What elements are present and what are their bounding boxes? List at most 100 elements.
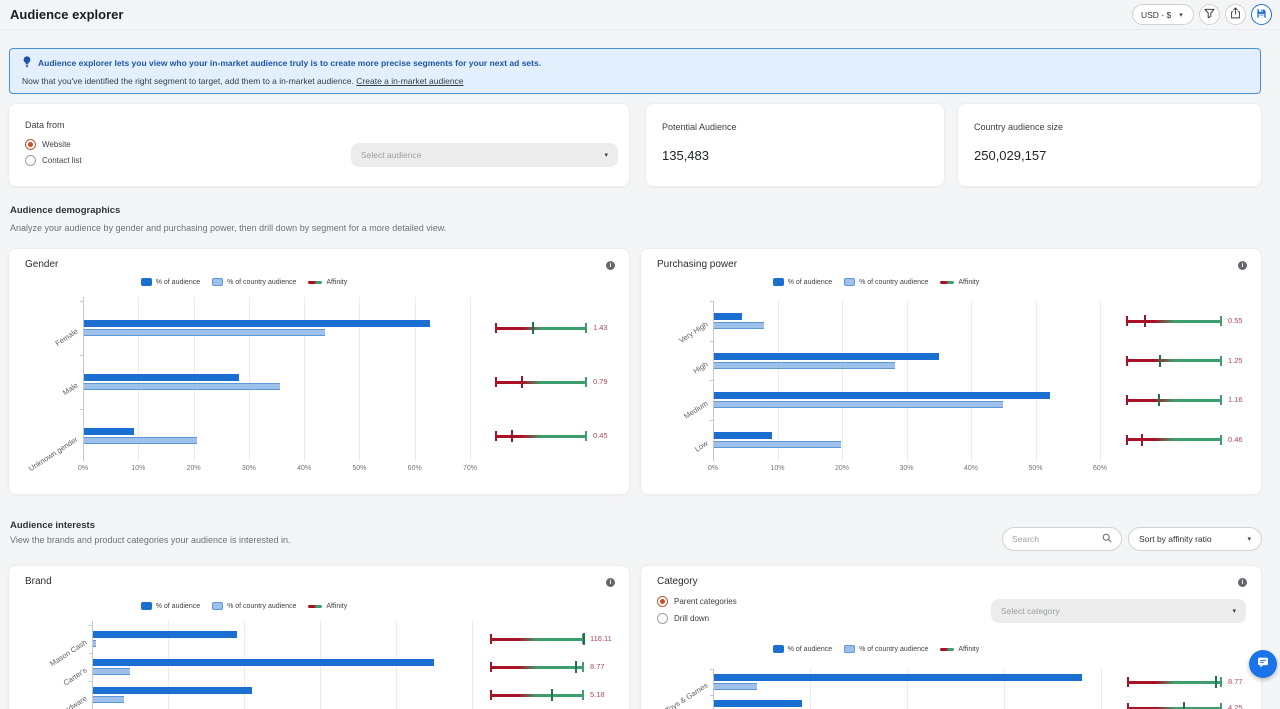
- interests-description: View the brands and product categories y…: [10, 535, 291, 545]
- bar-audience[interactable]: [84, 428, 134, 435]
- bar-country[interactable]: [714, 362, 895, 369]
- gender-plot: 0%10%20%30%40%50%60%70%Female1.43Male0.7…: [9, 249, 629, 494]
- data-from-title: Data from: [25, 120, 65, 130]
- gridline: [842, 301, 843, 461]
- affinity-value: 0.55: [1228, 316, 1243, 325]
- filter-button[interactable]: [1199, 4, 1220, 25]
- y-axis-tick: [710, 669, 714, 670]
- affinity-value: 8.77: [1228, 677, 1243, 686]
- affinity-gauge: [495, 322, 587, 334]
- chat-button[interactable]: [1249, 650, 1277, 678]
- affinity-value: 0.45: [593, 431, 608, 440]
- affinity-value: 0.46: [1228, 435, 1243, 444]
- potential-audience-value: 135,483: [662, 148, 709, 163]
- bar-audience[interactable]: [714, 313, 742, 320]
- bar-country[interactable]: [93, 640, 96, 647]
- currency-value: USD - $: [1141, 10, 1171, 20]
- gridline: [1100, 301, 1101, 461]
- bar-audience[interactable]: [714, 392, 1050, 399]
- bar-audience[interactable]: [714, 674, 1082, 681]
- radio-contact-list[interactable]: Contact list: [25, 155, 82, 166]
- search-input[interactable]: [1012, 534, 1102, 544]
- gridline: [472, 621, 473, 709]
- country-audience-label: Country audience size: [974, 122, 1063, 132]
- sort-value: Sort by affinity ratio: [1139, 534, 1212, 544]
- x-tick-label: 10%: [770, 465, 784, 472]
- y-axis-tick: [710, 380, 714, 381]
- data-from-card: Data from Website Contact list Select au…: [8, 103, 630, 187]
- affinity-value: 1.43: [593, 323, 608, 332]
- gridline: [1036, 301, 1037, 461]
- x-tick-label: 60%: [408, 465, 422, 472]
- x-tick-label: 0%: [78, 465, 88, 472]
- x-tick-label: 40%: [964, 465, 978, 472]
- y-axis-tick: [80, 355, 84, 356]
- affinity-gauge: [1127, 676, 1222, 688]
- purchasing-power-plot: 0%10%20%30%40%50%60%Very High0.55High1.2…: [641, 249, 1261, 494]
- create-audience-link[interactable]: Create a in-market audience: [356, 76, 463, 86]
- bar-audience[interactable]: [93, 659, 434, 666]
- x-tick-label: 30%: [899, 465, 913, 472]
- affinity-value: 0.79: [593, 377, 608, 386]
- affinity-gauge: [490, 661, 584, 673]
- radio-website[interactable]: Website: [25, 139, 71, 150]
- interests-title: Audience interests: [10, 520, 95, 531]
- x-tick-label: 20%: [835, 465, 849, 472]
- affinity-value: 8.77: [590, 662, 605, 671]
- y-axis-tick: [80, 409, 84, 410]
- y-axis-tick: [89, 681, 93, 682]
- currency-select[interactable]: USD - $ ▾: [1132, 4, 1194, 25]
- bar-audience[interactable]: [714, 353, 939, 360]
- y-axis-tick: [710, 420, 714, 421]
- affinity-gauge: [1127, 702, 1222, 709]
- affinity-value: 1.25: [1228, 356, 1243, 365]
- category-chart-card: Category i Parent categories Drill down …: [640, 565, 1262, 709]
- affinity-value: 1.16: [1228, 395, 1243, 404]
- gridline: [470, 297, 471, 461]
- bar-country[interactable]: [93, 668, 130, 675]
- gender-chart-card: Gender i % of audience % of country audi…: [8, 248, 630, 495]
- bar-audience[interactable]: [93, 631, 237, 638]
- save-button[interactable]: [1251, 4, 1272, 25]
- category-plot: Toys & Games8.774.25: [641, 566, 1261, 709]
- bar-country[interactable]: [84, 383, 280, 390]
- radio-website-label: Website: [42, 140, 71, 149]
- top-bar: Audience explorer USD - $ ▾: [0, 0, 1280, 30]
- bar-country[interactable]: [714, 683, 757, 690]
- bar-country[interactable]: [84, 329, 325, 336]
- affinity-value: 4.25: [1228, 703, 1243, 709]
- bar-audience[interactable]: [714, 432, 772, 439]
- bar-country[interactable]: [84, 437, 197, 444]
- bar-country[interactable]: [93, 696, 124, 703]
- affinity-value: 5.18: [590, 690, 605, 699]
- bar-country[interactable]: [714, 441, 841, 448]
- row-label: Male: [8, 381, 79, 432]
- info-banner: Audience explorer lets you view who your…: [9, 48, 1261, 94]
- top-controls: USD - $ ▾: [1132, 4, 1272, 25]
- sort-dropdown[interactable]: Sort by affinity ratio ▾: [1128, 527, 1262, 551]
- x-tick-label: 50%: [1028, 465, 1042, 472]
- select-audience-dropdown[interactable]: Select audience ▾: [351, 143, 618, 167]
- potential-audience-label: Potential Audience: [662, 122, 737, 132]
- share-icon: [1230, 6, 1241, 24]
- bar-audience[interactable]: [84, 320, 430, 327]
- potential-audience-card: Potential Audience 135,483: [645, 103, 945, 187]
- affinity-gauge: [1126, 394, 1222, 406]
- country-audience-value: 250,029,157: [974, 148, 1046, 163]
- share-button[interactable]: [1225, 4, 1246, 25]
- lightbulb-icon: [22, 56, 32, 70]
- bar-audience[interactable]: [93, 687, 252, 694]
- row-label: Unknown gender: [8, 435, 79, 486]
- filter-icon: [1204, 6, 1215, 24]
- bar-country[interactable]: [714, 401, 1003, 408]
- bar-audience[interactable]: [714, 700, 802, 707]
- bar-audience[interactable]: [84, 374, 239, 381]
- affinity-gauge: [495, 376, 587, 388]
- affinity-gauge: [1126, 315, 1222, 327]
- x-tick-label: 20%: [187, 465, 201, 472]
- y-axis-tick: [89, 653, 93, 654]
- y-axis-tick: [710, 301, 714, 302]
- bar-country[interactable]: [714, 322, 764, 329]
- select-audience-placeholder: Select audience: [361, 150, 422, 160]
- row-label: Mason Cash: [16, 638, 88, 689]
